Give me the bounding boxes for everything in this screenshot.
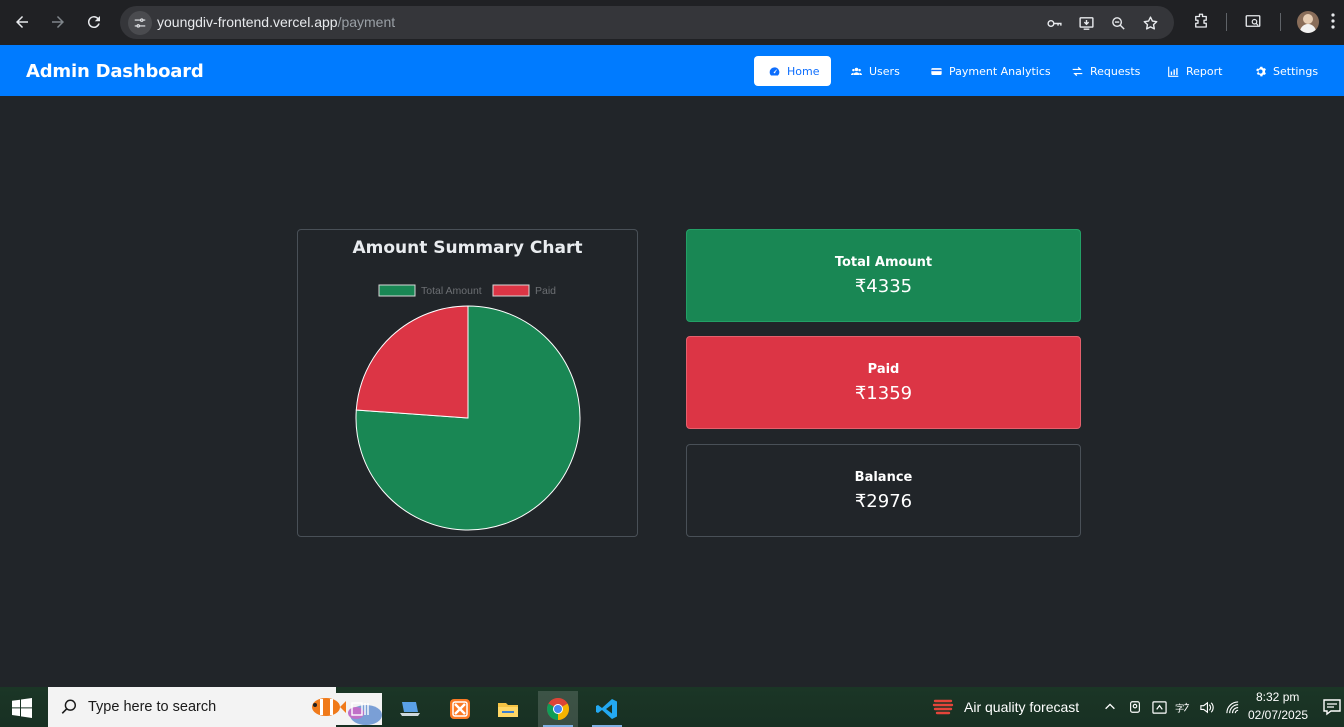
nav-payment-analytics-label: Payment Analytics	[949, 64, 1051, 78]
nav-payment-analytics[interactable]: Payment Analytics	[931, 56, 1051, 86]
bar-chart-icon	[1168, 66, 1179, 77]
chart-legend: Total Amount Paid	[378, 284, 556, 297]
clock-time[interactable]: 8:32 pm	[1256, 690, 1299, 704]
pie-slice-paid[interactable]	[355, 305, 469, 419]
browser-toolbar: youngdiv-frontend.vercel.app/payment	[0, 0, 1344, 45]
balance-value: ₹2976	[854, 490, 913, 512]
nav-settings[interactable]: Settings	[1255, 56, 1318, 86]
windows-taskbar: Type here to search Air quality forecast	[0, 687, 1344, 727]
file-explorer-icon[interactable]	[488, 691, 528, 727]
nav-requests[interactable]: Requests	[1072, 56, 1140, 86]
site-info-icon[interactable]	[128, 11, 152, 35]
volume-icon[interactable]	[1198, 699, 1214, 715]
exchange-icon	[1072, 66, 1083, 76]
language-ime-icon[interactable]: 字	[1174, 699, 1190, 715]
nav-report[interactable]: Report	[1168, 56, 1222, 86]
laptop-app-icon[interactable]	[390, 691, 430, 727]
nav-users-label: Users	[869, 64, 900, 78]
legend-swatch-paid[interactable]	[492, 284, 530, 297]
show-hidden-icons-chevron-icon[interactable]	[1102, 699, 1118, 715]
windows-logo-icon	[12, 698, 32, 718]
windows-start-button[interactable]	[12, 698, 32, 718]
search-placeholder: Type here to search	[88, 699, 217, 715]
paid-value: ₹1359	[854, 382, 913, 404]
dashboard-icon	[769, 66, 780, 76]
toolbar-divider	[1226, 13, 1227, 31]
nav-home-label: Home	[787, 64, 820, 78]
total-amount-card: Total Amount ₹4335	[686, 229, 1081, 322]
nav-users[interactable]: Users	[851, 56, 900, 86]
paid-card: Paid ₹1359	[686, 336, 1081, 429]
back-arrow-icon	[16, 16, 28, 28]
back-button[interactable]	[10, 10, 34, 34]
reload-icon	[87, 16, 100, 29]
chrome-taskbar-icon[interactable]	[538, 691, 578, 727]
forward-button[interactable]	[46, 10, 70, 34]
brand-title[interactable]: Admin Dashboard	[26, 61, 204, 82]
legend-swatch-total[interactable]	[378, 284, 416, 297]
bookmark-star-icon[interactable]	[1140, 13, 1160, 33]
total-amount-value: ₹4335	[854, 275, 913, 297]
camera-icon[interactable]	[1127, 699, 1143, 715]
xampp-icon[interactable]	[440, 691, 480, 727]
address-bar[interactable]: youngdiv-frontend.vercel.app/payment	[120, 6, 1174, 39]
nav-report-label: Report	[1186, 64, 1223, 78]
taskbar-search[interactable]: Type here to search	[48, 687, 382, 727]
reload-button[interactable]	[82, 10, 106, 34]
vscode-icon[interactable]	[587, 691, 627, 727]
weather-widget-text[interactable]: Air quality forecast	[964, 699, 1079, 715]
chrome-menu-icon[interactable]	[1326, 10, 1340, 32]
clock-date[interactable]: 02/07/2025	[1248, 708, 1308, 722]
app-navbar: Admin Dashboard Home Users Payment Analy…	[0, 45, 1344, 96]
amount-summary-chart-card: Amount Summary Chart Total Amount Paid	[297, 229, 638, 537]
nav-settings-label: Settings	[1273, 64, 1319, 78]
notifications-icon[interactable]	[1322, 697, 1342, 717]
air-quality-icon[interactable]	[932, 696, 954, 718]
forward-arrow-icon	[52, 16, 64, 28]
url-text: youngdiv-frontend.vercel.app/payment	[157, 14, 395, 30]
task-view-icon[interactable]	[340, 691, 380, 727]
total-amount-label: Total Amount	[834, 254, 933, 270]
nav-requests-label: Requests	[1090, 64, 1141, 78]
legend-label-paid[interactable]: Paid	[535, 285, 556, 297]
pie-chart: Total Amount Paid	[355, 284, 581, 531]
wifi-icon[interactable]	[1224, 699, 1240, 715]
url-path: /payment	[337, 14, 396, 30]
password-key-icon[interactable]	[1044, 13, 1064, 33]
legend-label-total[interactable]: Total Amount	[421, 285, 482, 297]
nav-home[interactable]: Home	[754, 56, 831, 86]
search-icon	[61, 699, 77, 714]
balance-card: Balance ₹2976	[686, 444, 1081, 537]
toolbar-divider	[1280, 13, 1281, 31]
install-app-icon[interactable]	[1076, 13, 1096, 33]
paid-label: Paid	[867, 361, 900, 377]
users-icon	[851, 67, 862, 75]
balance-label: Balance	[854, 469, 913, 485]
extensions-icon[interactable]	[1190, 10, 1212, 32]
screen-capture-icon[interactable]	[1151, 699, 1167, 715]
svg-text:字: 字	[1175, 702, 1184, 714]
gear-icon	[1256, 66, 1266, 76]
credit-card-icon	[931, 67, 942, 75]
profile-avatar[interactable]	[1297, 11, 1319, 33]
tab-search-icon[interactable]	[1242, 10, 1264, 32]
url-host: youngdiv-frontend.vercel.app	[157, 14, 338, 30]
zoom-icon[interactable]	[1108, 13, 1128, 33]
